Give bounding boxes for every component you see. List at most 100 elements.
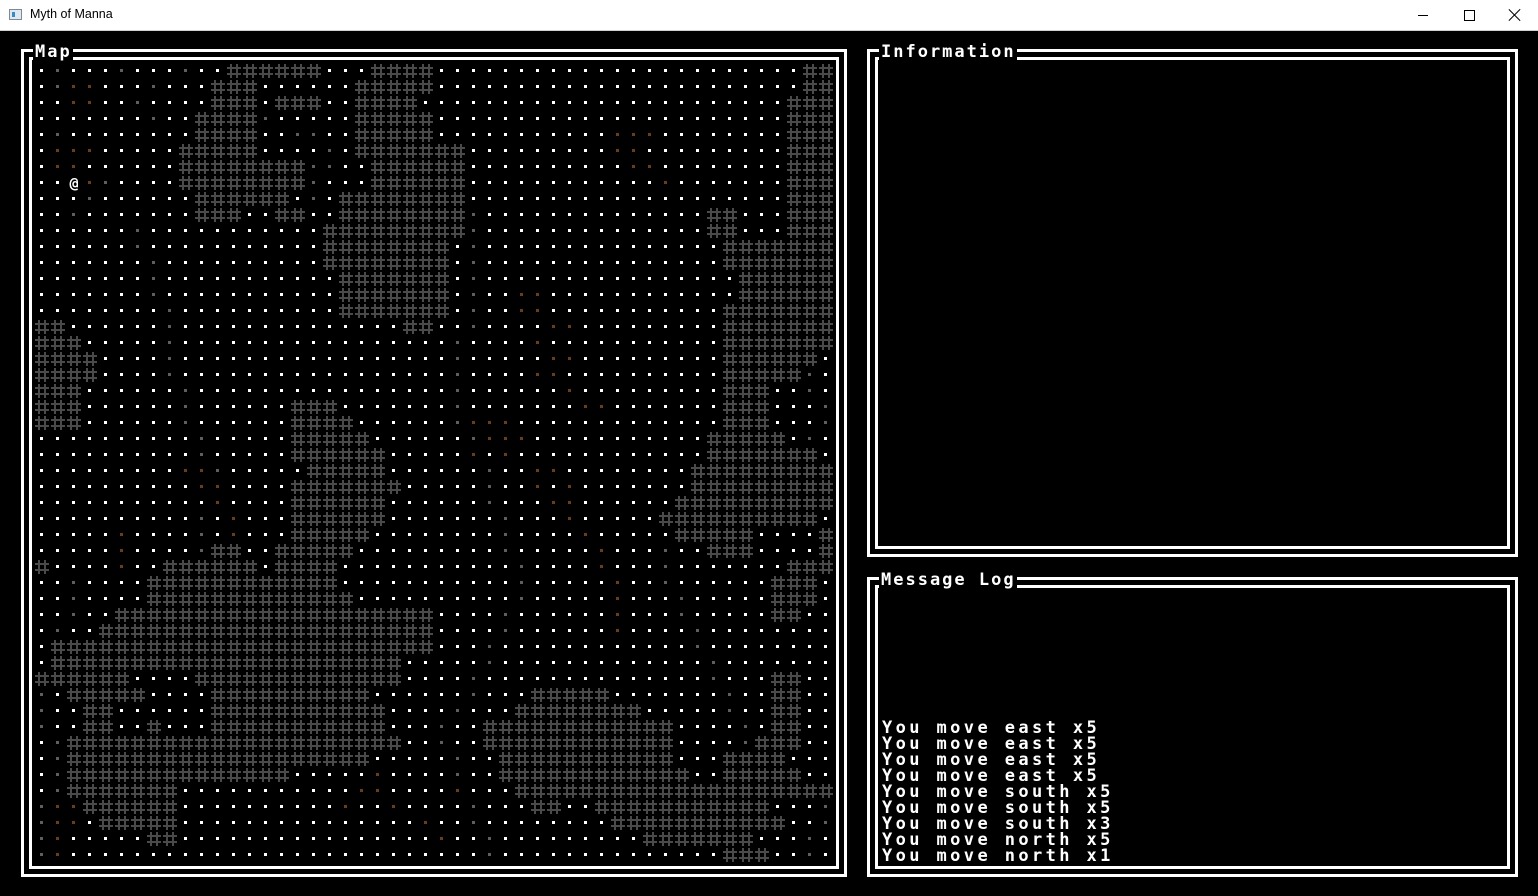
close-button[interactable] <box>1492 0 1538 30</box>
floor-tile <box>98 287 114 303</box>
floor-tile <box>210 527 226 543</box>
wall-tile <box>338 751 354 767</box>
floor-tile <box>498 239 514 255</box>
wall-tile <box>322 751 338 767</box>
floor-tile <box>98 559 114 575</box>
floor-tile <box>450 127 466 143</box>
minimize-button[interactable] <box>1400 0 1446 30</box>
floor-tile <box>114 127 130 143</box>
floor-tile <box>514 367 530 383</box>
floor-tile <box>610 127 626 143</box>
floor-tile <box>210 319 226 335</box>
floor-tile <box>210 271 226 287</box>
floor-tile <box>162 319 178 335</box>
wall-tile <box>338 271 354 287</box>
floor-tile <box>642 63 658 79</box>
floor-tile <box>466 95 482 111</box>
floor-tile <box>322 191 338 207</box>
floor-tile <box>594 383 610 399</box>
wall-tile <box>610 735 626 751</box>
floor-tile <box>642 399 658 415</box>
floor-tile <box>610 511 626 527</box>
floor-tile <box>642 367 658 383</box>
floor-tile <box>658 175 674 191</box>
floor-tile <box>402 367 418 383</box>
wall-tile <box>386 95 402 111</box>
wall-tile <box>82 367 98 383</box>
floor-tile <box>146 351 162 367</box>
wall-tile <box>722 495 738 511</box>
wall-tile <box>306 671 322 687</box>
floor-tile <box>786 399 802 415</box>
wall-tile <box>82 735 98 751</box>
floor-tile <box>754 687 770 703</box>
floor-tile <box>178 495 194 511</box>
wall-tile <box>786 223 802 239</box>
floor-tile <box>690 543 706 559</box>
floor-tile <box>146 95 162 111</box>
floor-tile <box>690 111 706 127</box>
wall-tile <box>290 415 306 431</box>
wall-tile <box>738 463 754 479</box>
floor-tile <box>98 463 114 479</box>
floor-tile <box>98 447 114 463</box>
wall-tile <box>290 479 306 495</box>
wall-tile <box>210 543 226 559</box>
wall-tile <box>434 271 450 287</box>
floor-tile <box>562 287 578 303</box>
floor-tile <box>674 543 690 559</box>
wall-tile <box>162 767 178 783</box>
wall-tile <box>274 175 290 191</box>
wall-tile <box>194 111 210 127</box>
floor-tile <box>66 527 82 543</box>
floor-tile <box>626 79 642 95</box>
floor-tile <box>674 415 690 431</box>
floor-tile <box>130 575 146 591</box>
wall-tile <box>450 191 466 207</box>
floor-tile <box>658 111 674 127</box>
floor-tile <box>98 127 114 143</box>
floor-tile <box>546 655 562 671</box>
floor-tile <box>274 399 290 415</box>
floor-tile <box>418 415 434 431</box>
floor-tile <box>50 271 66 287</box>
floor-tile <box>50 751 66 767</box>
wall-tile <box>530 751 546 767</box>
floor-tile <box>178 415 194 431</box>
wall-tile <box>498 767 514 783</box>
floor-tile <box>194 831 210 847</box>
wall-tile <box>594 767 610 783</box>
wall-tile <box>434 223 450 239</box>
floor-tile <box>34 207 50 223</box>
floor-tile <box>450 351 466 367</box>
floor-tile <box>146 127 162 143</box>
floor-tile <box>178 703 194 719</box>
wall-tile <box>498 719 514 735</box>
wall-tile <box>738 399 754 415</box>
wall-tile <box>802 271 818 287</box>
floor-tile <box>674 367 690 383</box>
floor-tile <box>290 383 306 399</box>
floor-tile <box>658 63 674 79</box>
floor-tile <box>242 511 258 527</box>
maximize-button[interactable] <box>1446 0 1492 30</box>
floor-tile <box>690 751 706 767</box>
floor-tile <box>354 175 370 191</box>
wall-tile <box>786 463 802 479</box>
floor-tile <box>738 735 754 751</box>
wall-tile <box>194 639 210 655</box>
floor-tile <box>626 207 642 223</box>
floor-tile <box>98 207 114 223</box>
floor-tile <box>658 559 674 575</box>
wall-tile <box>738 447 754 463</box>
floor-tile <box>594 607 610 623</box>
wall-tile <box>402 639 418 655</box>
wall-tile <box>338 671 354 687</box>
floor-tile <box>402 783 418 799</box>
floor-tile <box>274 79 290 95</box>
wall-tile <box>818 463 834 479</box>
floor-tile <box>754 191 770 207</box>
floor-tile <box>802 655 818 671</box>
floor-tile <box>546 495 562 511</box>
floor-tile <box>66 127 82 143</box>
